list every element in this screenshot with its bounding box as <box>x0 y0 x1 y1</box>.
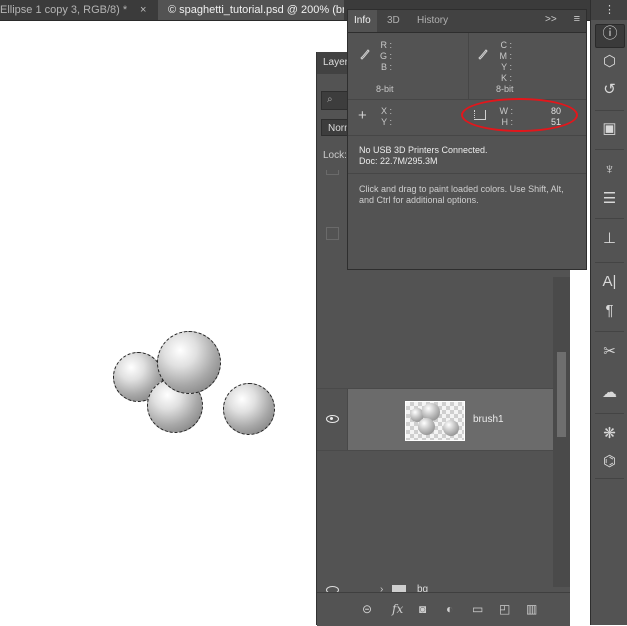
info-icon[interactable]: ⓘ <box>595 24 625 48</box>
m-label: M : <box>499 51 513 61</box>
r-label: R : <box>380 40 392 50</box>
tools-icon[interactable]: ✂ <box>591 343 627 361</box>
history-icon[interactable]: ↺ <box>591 81 627 99</box>
g-label: G : <box>379 51 392 61</box>
tab-3d[interactable]: 3D <box>381 10 406 32</box>
folder-icon[interactable]: ▭ <box>472 602 483 616</box>
layer-thumbnail <box>405 401 465 441</box>
dock-divider <box>595 413 624 414</box>
layer-checkbox[interactable] <box>326 170 339 175</box>
dock-divider <box>595 218 624 219</box>
3d-scene-icon[interactable]: ▣ <box>591 120 627 138</box>
divider <box>468 33 469 99</box>
collapse-icon[interactable]: >> <box>545 14 557 25</box>
thumb-circle <box>418 418 435 435</box>
visibility-toggle[interactable] <box>317 389 348 450</box>
link-icon[interactable]: ⊝ <box>362 602 372 616</box>
printer-status: No USB 3D Printers Connected. <box>359 145 488 155</box>
crosshair-icon: + <box>358 107 367 124</box>
paragraph-icon[interactable]: ¶ <box>591 302 627 320</box>
brush-circle <box>223 383 275 435</box>
rgb-bit-depth: 8-bit <box>376 84 394 94</box>
dock-header: ⋮ <box>591 0 627 20</box>
document-tab-label: © spaghetti_tutorial.psd @ 200% (brush1,… <box>168 4 344 16</box>
channels-icon[interactable]: ❋ <box>591 425 627 443</box>
thumb-circle <box>443 420 459 436</box>
eyedropper-icon <box>478 49 488 60</box>
clone-source-icon[interactable]: ⊥ <box>591 230 627 248</box>
tool-help-text: Click and drag to paint loaded colors. U… <box>359 184 564 205</box>
divider <box>348 173 586 174</box>
new-layer-icon[interactable]: ◰ <box>499 602 510 616</box>
mask-icon[interactable]: ◙ <box>419 602 426 616</box>
dock-divider <box>595 149 624 150</box>
cmyk-bit-depth: 8-bit <box>496 84 514 94</box>
character-icon[interactable]: A| <box>591 273 627 291</box>
3d-cube-icon[interactable]: ⬡ <box>591 53 627 71</box>
panel-dock: ⋮ ⓘ ⬡ ↺ ▣ ♆ ☰ ⊥ A| ¶ ✂ ☁ ❋ ⌬ <box>590 0 627 625</box>
fx-icon[interactable]: fx <box>392 602 403 616</box>
layers-footer: ⊝ fx ◙ ◐ ▭ ◰ ▥ <box>317 592 570 626</box>
annotation-ellipse <box>461 98 578 132</box>
k-label: K : <box>500 73 512 83</box>
status-text: No USB 3D Printers Connected. Doc: 22.7M… <box>359 145 488 167</box>
layers-scrollbar[interactable] <box>553 277 570 587</box>
y-label: Y : <box>501 62 512 72</box>
brushes-icon[interactable]: ♆ <box>591 161 627 179</box>
document-tab-label: Ellipse 1 copy 3, RGB/8) * <box>0 4 128 16</box>
c-label: C : <box>500 40 512 50</box>
properties-icon[interactable]: ☰ <box>591 190 627 208</box>
adjustment-icon[interactable]: ◐ <box>446 602 453 616</box>
more-icon[interactable]: ⋮ <box>591 1 627 19</box>
eyedropper-icon <box>360 49 370 60</box>
divider <box>348 135 586 136</box>
tab-info[interactable]: Info <box>348 10 377 32</box>
paths-icon[interactable]: ⌬ <box>591 453 627 471</box>
brush-circle <box>157 331 221 394</box>
trash-icon[interactable]: ▥ <box>526 602 537 616</box>
info-panel-tabs: Info 3D History >> ≡ <box>348 10 586 33</box>
info-panel: Info 3D History >> ≡ R : G : B : 8-bit C… <box>347 9 587 270</box>
lock-label: Lock: <box>323 150 347 161</box>
document-canvas[interactable] <box>0 21 316 625</box>
creative-cloud-icon[interactable]: ☁ <box>591 384 627 402</box>
layer-checkbox[interactable] <box>326 227 339 240</box>
dock-divider <box>595 110 624 111</box>
doc-size: Doc: 22.7M/295.3M <box>359 156 438 166</box>
b-label: B : <box>380 62 392 72</box>
dock-divider <box>595 262 624 263</box>
search-icon: ⌕ <box>327 94 333 105</box>
dock-divider <box>595 478 624 479</box>
y-coord-label: Y : <box>381 117 392 127</box>
panel-menu-icon[interactable]: ≡ <box>574 13 580 25</box>
tab-history[interactable]: History <box>411 10 454 32</box>
eye-icon[interactable] <box>326 415 339 423</box>
scrollbar-thumb[interactable] <box>557 352 566 437</box>
layer-row-brush1[interactable]: brush1 <box>317 388 553 451</box>
layer-name[interactable]: brush1 <box>473 414 504 425</box>
x-label: X : <box>380 106 392 116</box>
document-tab-ellipse[interactable]: Ellipse 1 copy 3, RGB/8) * × <box>0 0 158 20</box>
tab-close-icon[interactable]: × <box>140 0 146 20</box>
document-tab-spaghetti[interactable]: © spaghetti_tutorial.psd @ 200% (brush1,… <box>158 0 344 20</box>
dock-divider <box>595 331 624 332</box>
